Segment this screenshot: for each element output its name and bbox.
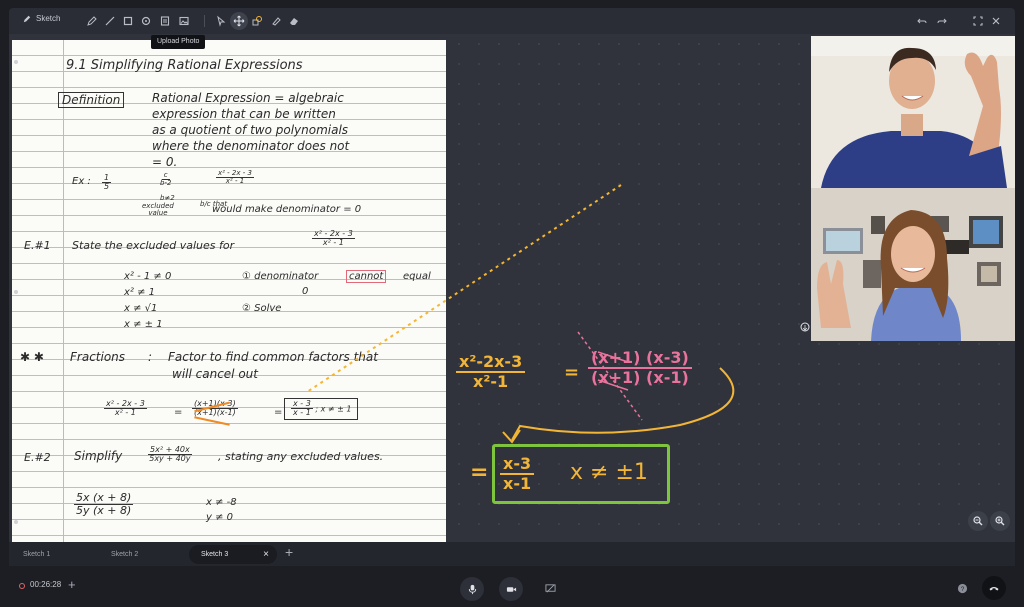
whiteboard-equals: = <box>470 460 489 485</box>
close-tab-icon[interactable]: × <box>263 545 269 564</box>
whiteboard-equals: = <box>564 362 580 383</box>
end-call-button[interactable] <box>982 576 1006 600</box>
zoom-in-button[interactable] <box>990 511 1010 531</box>
participant-1-video-frame <box>811 36 1015 188</box>
microphone-button[interactable] <box>460 577 484 601</box>
fraction-denominator: x²-1 <box>473 371 509 391</box>
participant-video-1[interactable] <box>811 36 1015 188</box>
screen-share-button[interactable] <box>543 581 557 595</box>
fraction-numerator: x²-2x-3 <box>456 353 526 373</box>
add-participant-button[interactable]: + <box>68 577 76 592</box>
tab-sketch-1[interactable]: Sketch 1 <box>11 545 101 564</box>
fraction-numerator: (x+1) (x-3) <box>588 349 692 369</box>
fraction-numerator: x-3 <box>500 455 535 475</box>
microphone-icon <box>468 584 476 594</box>
participant-video-2[interactable] <box>811 188 1015 341</box>
fraction-denominator: (x+1) (x-1) <box>591 367 689 387</box>
tab-label: Sketch 3 <box>201 551 229 558</box>
call-timer: 00:26:28 <box>30 580 62 589</box>
screen-share-icon <box>544 583 556 592</box>
whiteboard-answer-fraction: x-3 x-1 <box>500 454 535 493</box>
help-button[interactable]: ? <box>955 581 969 595</box>
cursor-icon <box>800 322 810 332</box>
tab-sketch-2[interactable]: Sketch 2 <box>99 545 189 564</box>
zoom-in-icon <box>995 516 1005 526</box>
whiteboard-rhs-fraction: (x+1) (x-3) (x+1) (x-1) <box>588 348 692 386</box>
sketch-tabs-bar: Sketch 1 Sketch 2 Sketch 3 × + <box>9 542 1015 566</box>
add-tab-button[interactable]: + <box>285 544 293 560</box>
whiteboard-answer-condition: x ≠ ±1 <box>570 460 648 485</box>
zoom-out-icon <box>973 516 983 526</box>
app-window: Sketch Upload Photo 9.1 Simplifying Rati… <box>0 0 1024 607</box>
video-camera-icon <box>506 586 516 592</box>
phone-hangup-icon <box>989 587 999 591</box>
help-icon: ? <box>957 583 967 593</box>
recording-indicator-icon <box>19 583 25 589</box>
tab-sketch-3[interactable]: Sketch 3 × <box>189 545 277 564</box>
participant-2-video-frame <box>811 188 1015 341</box>
zoom-out-button[interactable] <box>968 511 988 531</box>
tab-label: Sketch 1 <box>23 551 51 558</box>
upload-photo-tooltip: Upload Photo <box>151 35 206 49</box>
svg-text:?: ? <box>960 585 964 592</box>
camera-button[interactable] <box>499 577 523 601</box>
fraction-denominator: x-1 <box>503 473 532 493</box>
whiteboard-lhs-fraction: x²-2x-3 x²-1 <box>456 352 526 391</box>
tab-label: Sketch 2 <box>111 551 139 558</box>
